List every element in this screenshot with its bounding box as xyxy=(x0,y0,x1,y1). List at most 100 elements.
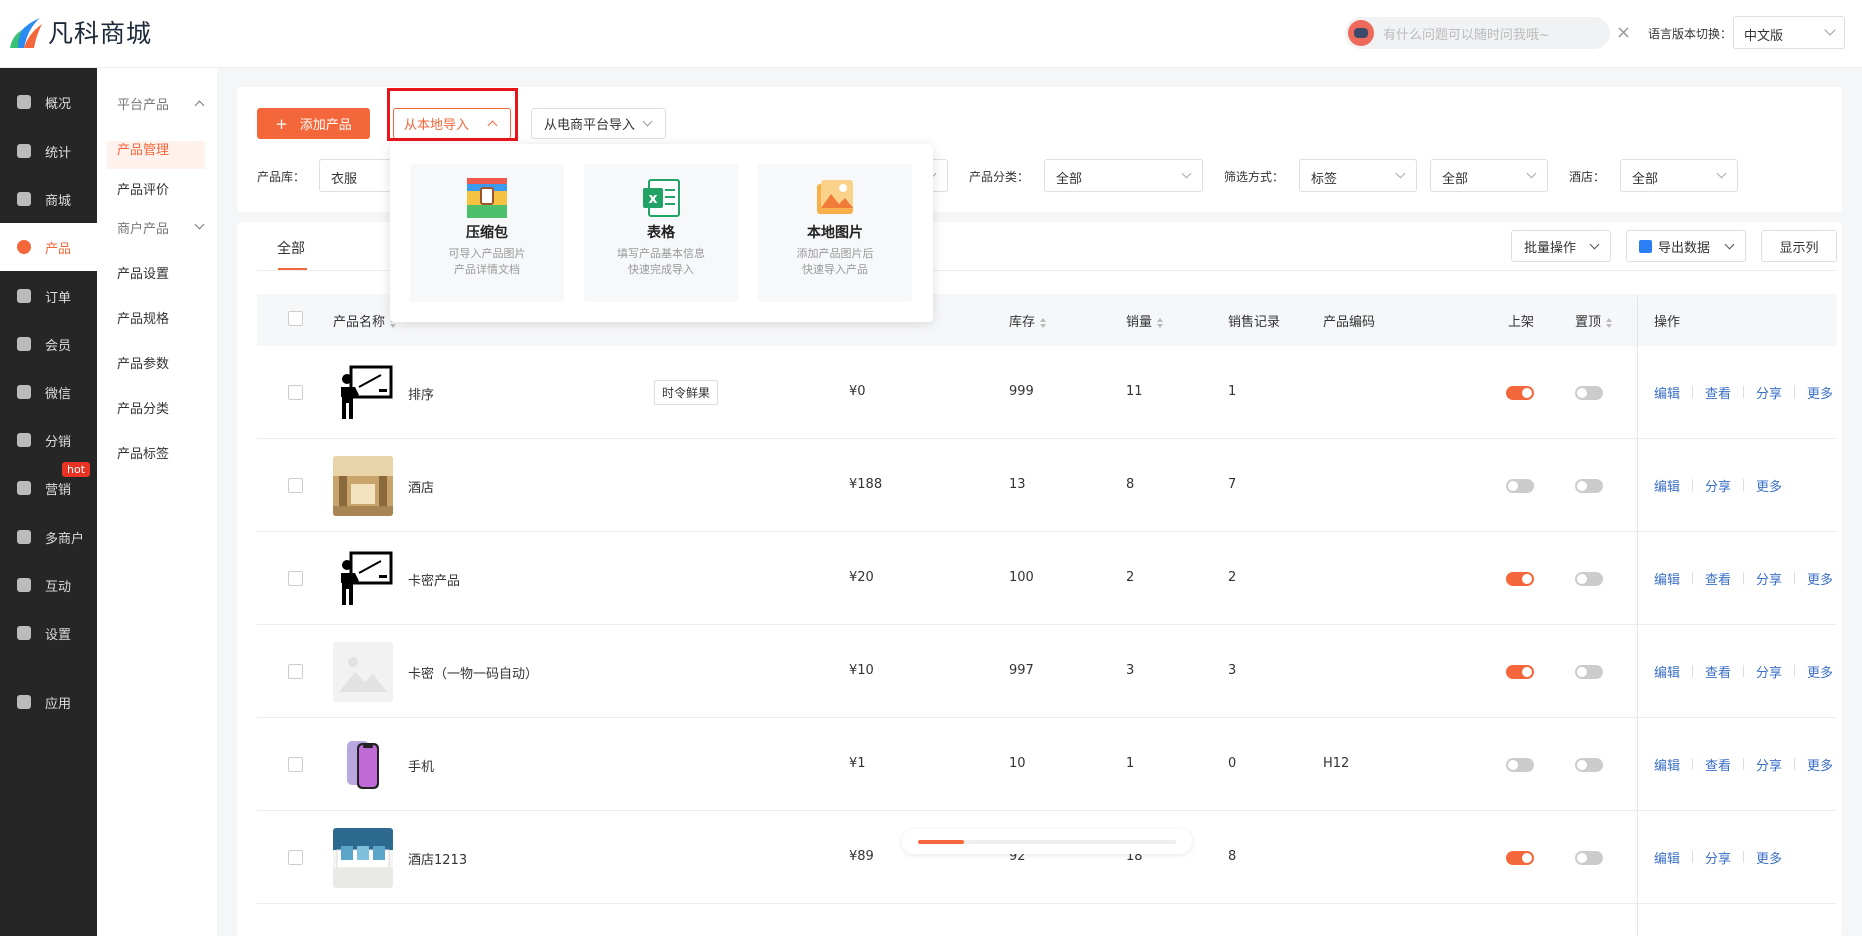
nav-item-5[interactable]: 会员 xyxy=(0,320,97,368)
product-name[interactable]: 手机 xyxy=(408,756,434,775)
action-link[interactable]: 更多 xyxy=(1807,383,1833,402)
subnav-item-6[interactable]: 产品参数 xyxy=(97,347,217,377)
ecommerce-import-button[interactable]: 从电商平台导入 xyxy=(531,108,666,139)
row-checkbox[interactable] xyxy=(288,478,303,493)
row-checkbox[interactable] xyxy=(288,757,303,772)
action-link[interactable]: 分享 xyxy=(1705,476,1731,495)
filter-value-select[interactable]: 全部 xyxy=(1430,159,1548,192)
nav-item-0[interactable]: 概况 xyxy=(0,78,97,126)
pin-top-toggle[interactable] xyxy=(1575,665,1603,679)
nav-item-1[interactable]: 统计 xyxy=(0,127,97,175)
filter-mode-select[interactable]: 标签 xyxy=(1299,159,1417,192)
category-select[interactable]: 全部 xyxy=(1044,159,1203,192)
product-name[interactable]: 酒店1213 xyxy=(408,849,467,868)
language-select[interactable]: 中文版 xyxy=(1733,16,1845,49)
action-link[interactable]: 更多 xyxy=(1807,755,1833,774)
action-link[interactable]: 分享 xyxy=(1756,755,1782,774)
on-shelf-toggle[interactable] xyxy=(1506,572,1534,586)
action-link[interactable]: 分享 xyxy=(1756,662,1782,681)
product-name[interactable]: 酒店 xyxy=(408,477,434,496)
nav-item-3[interactable]: 产品 xyxy=(0,223,97,271)
action-link[interactable]: 更多 xyxy=(1807,662,1833,681)
pin-top-toggle[interactable] xyxy=(1575,851,1603,865)
tab-all[interactable]: 全部 xyxy=(277,238,305,258)
select-all-checkbox[interactable] xyxy=(288,311,303,326)
product-name[interactable]: 卡密产品 xyxy=(408,570,460,589)
action-link[interactable]: 查看 xyxy=(1705,662,1731,681)
sales-record[interactable]: 8 xyxy=(1228,849,1236,864)
sales-record[interactable]: 3 xyxy=(1228,663,1236,678)
row-checkbox[interactable] xyxy=(288,664,303,679)
pin-top-toggle[interactable] xyxy=(1575,758,1603,772)
row-checkbox[interactable] xyxy=(288,385,303,400)
on-shelf-toggle[interactable] xyxy=(1506,665,1534,679)
header-stock[interactable]: 库存 xyxy=(1009,311,1047,330)
sales-record[interactable]: 0 xyxy=(1228,756,1236,771)
action-link[interactable]: 更多 xyxy=(1756,476,1782,495)
header-sales[interactable]: 销量 xyxy=(1126,311,1164,330)
brand-logo[interactable]: 凡科商城 xyxy=(10,14,152,50)
action-link[interactable]: 分享 xyxy=(1705,848,1731,867)
action-link[interactable]: 编辑 xyxy=(1654,569,1680,588)
sales-record[interactable]: 2 xyxy=(1228,570,1236,585)
row-checkbox[interactable] xyxy=(288,571,303,586)
nav-item-10[interactable]: 互动 xyxy=(0,561,97,609)
product-name[interactable]: 卡密（一物一码自动） xyxy=(408,663,538,682)
subnav-item-2[interactable]: 产品评价 xyxy=(97,173,217,203)
sales-record[interactable]: 7 xyxy=(1228,477,1236,492)
product-thumbnail[interactable] xyxy=(333,828,393,888)
subnav-item-8[interactable]: 产品标签 xyxy=(97,437,217,467)
import-zip-option[interactable]: 压缩包 可导入产品图片 产品详情文档 xyxy=(410,164,564,302)
action-link[interactable]: 分享 xyxy=(1756,383,1782,402)
export-data-button[interactable]: 导出数据 xyxy=(1626,230,1746,262)
import-excel-option[interactable]: x 表格 填写产品基本信息 快速完成导入 xyxy=(584,164,738,302)
subnav-item-4[interactable]: 产品设置 xyxy=(97,257,217,287)
header-top[interactable]: 置顶 xyxy=(1575,311,1613,330)
pin-top-toggle[interactable] xyxy=(1575,386,1603,400)
on-shelf-toggle[interactable] xyxy=(1506,851,1534,865)
import-image-option[interactable]: 本地图片 添加产品图片后 快速导入产品 xyxy=(758,164,912,302)
product-thumbnail[interactable] xyxy=(333,735,393,795)
subnav-item-1[interactable]: 产品管理 xyxy=(97,133,217,163)
subnav-item-3[interactable]: 商户产品 xyxy=(97,212,217,242)
action-link[interactable]: 编辑 xyxy=(1654,383,1680,402)
on-shelf-toggle[interactable] xyxy=(1506,386,1534,400)
product-name[interactable]: 排序 xyxy=(408,384,434,403)
nav-item-4[interactable]: 订单 xyxy=(0,272,97,320)
assistant-search[interactable]: 有什么问题可以随时问我哦~ xyxy=(1345,17,1610,49)
action-link[interactable]: 分享 xyxy=(1756,569,1782,588)
library-select[interactable]: 衣服 xyxy=(319,159,399,192)
product-thumbnail[interactable] xyxy=(333,549,393,609)
action-link[interactable]: 编辑 xyxy=(1654,476,1680,495)
batch-action-button[interactable]: 批量操作 xyxy=(1511,230,1611,262)
action-link[interactable]: 更多 xyxy=(1807,569,1833,588)
on-shelf-toggle[interactable] xyxy=(1506,479,1534,493)
action-link[interactable]: 编辑 xyxy=(1654,755,1680,774)
product-thumbnail[interactable] xyxy=(333,456,393,516)
pin-top-toggle[interactable] xyxy=(1575,572,1603,586)
nav-item-12[interactable]: 应用 xyxy=(0,678,97,726)
hotel-select[interactable]: 全部 xyxy=(1620,159,1738,192)
product-thumbnail[interactable] xyxy=(333,642,393,702)
row-checkbox[interactable] xyxy=(288,850,303,865)
subnav-item-5[interactable]: 产品规格 xyxy=(97,302,217,332)
add-product-button[interactable]: + 添加产品 xyxy=(257,108,370,139)
action-link[interactable]: 编辑 xyxy=(1654,848,1680,867)
subnav-item-7[interactable]: 产品分类 xyxy=(97,392,217,422)
header-name[interactable]: 产品名称 xyxy=(333,311,397,330)
pin-top-toggle[interactable] xyxy=(1575,479,1603,493)
action-link[interactable]: 编辑 xyxy=(1654,662,1680,681)
nav-item-11[interactable]: 设置 xyxy=(0,609,97,657)
nav-item-9[interactable]: 多商户 xyxy=(0,513,97,561)
action-link[interactable]: 更多 xyxy=(1756,848,1782,867)
sales-record[interactable]: 1 xyxy=(1228,384,1236,399)
on-shelf-toggle[interactable] xyxy=(1506,758,1534,772)
action-link[interactable]: 查看 xyxy=(1705,755,1731,774)
subnav-item-0[interactable]: 平台产品 xyxy=(97,88,217,118)
action-link[interactable]: 查看 xyxy=(1705,569,1731,588)
action-link[interactable]: 查看 xyxy=(1705,383,1731,402)
close-icon[interactable]: × xyxy=(1616,22,1631,43)
nav-item-6[interactable]: 微信 xyxy=(0,368,97,416)
show-columns-button[interactable]: 显示列 xyxy=(1761,230,1837,262)
product-thumbnail[interactable] xyxy=(333,363,393,423)
